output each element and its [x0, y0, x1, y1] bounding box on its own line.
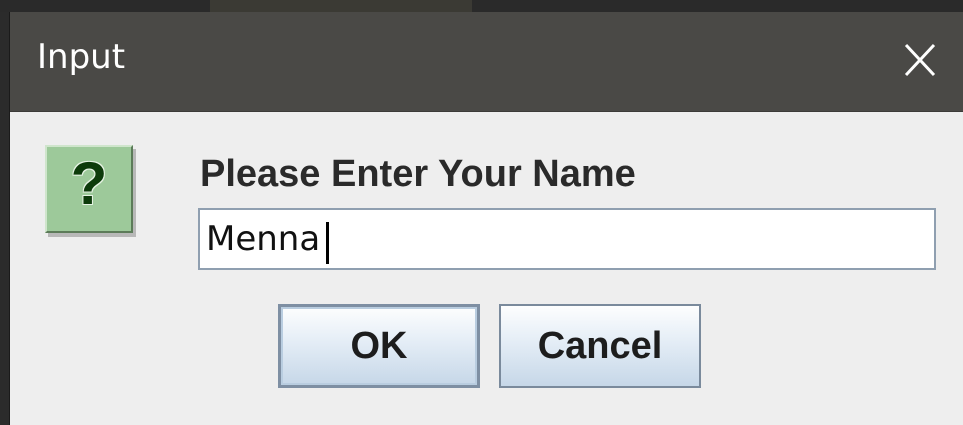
close-button[interactable] — [898, 41, 942, 81]
title-bar[interactable]: Input — [10, 12, 963, 112]
background-window — [0, 0, 963, 12]
name-input[interactable] — [198, 208, 936, 270]
cancel-button[interactable]: Cancel — [499, 304, 701, 388]
dialog-title: Input — [37, 37, 126, 77]
background-strip — [210, 0, 472, 12]
close-icon — [904, 43, 936, 77]
prompt-label: Please Enter Your Name — [200, 153, 636, 195]
input-dialog: Input ? Please Enter Your Name OK Cancel — [10, 12, 963, 425]
ok-button[interactable]: OK — [278, 304, 480, 388]
text-caret — [326, 222, 329, 264]
question-icon: ? — [45, 145, 133, 233]
